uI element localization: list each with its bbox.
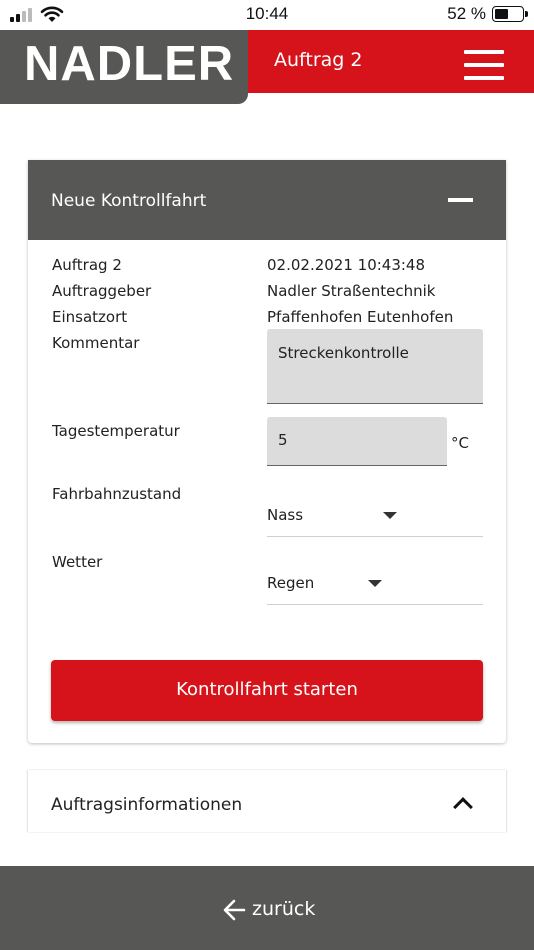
temperature-label: Tagestemperatur	[52, 422, 180, 440]
weather-value: Regen	[267, 574, 315, 592]
info-label-client: Auftraggeber	[52, 282, 152, 300]
battery-percent: 52 %	[447, 4, 486, 23]
auftragsinformationen-card[interactable]: Auftragsinformationen	[28, 770, 506, 832]
battery-icon	[492, 6, 528, 22]
road-condition-select[interactable]: Nass	[267, 497, 483, 537]
info-label-order: Auftrag 2	[52, 256, 122, 274]
temperature-value: 5	[278, 431, 288, 449]
start-kontrollfahrt-button[interactable]: Kontrollfahrt starten	[51, 660, 483, 721]
weather-label: Wetter	[52, 553, 103, 571]
info-value-location: Pfaffenhofen Eutenhofen	[267, 308, 454, 326]
minus-icon[interactable]	[448, 198, 473, 202]
road-condition-label: Fahrbahnzustand	[52, 485, 182, 503]
arrow-left-icon	[223, 899, 246, 921]
footer-bar: zurück	[0, 866, 534, 950]
info-value-client: Nadler Straßentechnik	[267, 282, 436, 300]
temperature-input[interactable]: 5	[267, 417, 447, 466]
card-title: Neue Kontrollfahrt	[51, 191, 207, 211]
page-title: Auftrag 2	[274, 49, 363, 71]
info-value-date: 02.02.2021 10:43:48	[267, 256, 426, 274]
comment-textarea[interactable]: Streckenkontrolle	[267, 329, 483, 404]
caret-down-icon	[368, 580, 382, 587]
temperature-unit: °C	[451, 434, 469, 452]
logo: NADLER	[0, 30, 248, 104]
caret-down-icon	[383, 512, 397, 519]
hamburger-menu-icon[interactable]	[462, 48, 506, 82]
card2-title: Auftragsinformationen	[51, 795, 243, 815]
comment-text: Streckenkontrolle	[278, 344, 409, 362]
status-bar: 10:44 52 %	[0, 0, 534, 30]
road-condition-value: Nass	[267, 506, 304, 524]
weather-select[interactable]: Regen	[267, 565, 483, 605]
start-button-label: Kontrollfahrt starten	[176, 679, 358, 700]
card-header[interactable]: Neue Kontrollfahrt	[28, 160, 506, 240]
kontrollfahrt-card: Neue Kontrollfahrt Auftrag 2 02.02.2021 …	[28, 160, 506, 743]
info-label-location: Einsatzort	[52, 308, 128, 326]
back-label: zurück	[252, 898, 316, 920]
logo-text: NADLER	[24, 37, 235, 91]
chevron-up-icon[interactable]	[453, 797, 473, 817]
comment-label: Kommentar	[52, 334, 140, 352]
